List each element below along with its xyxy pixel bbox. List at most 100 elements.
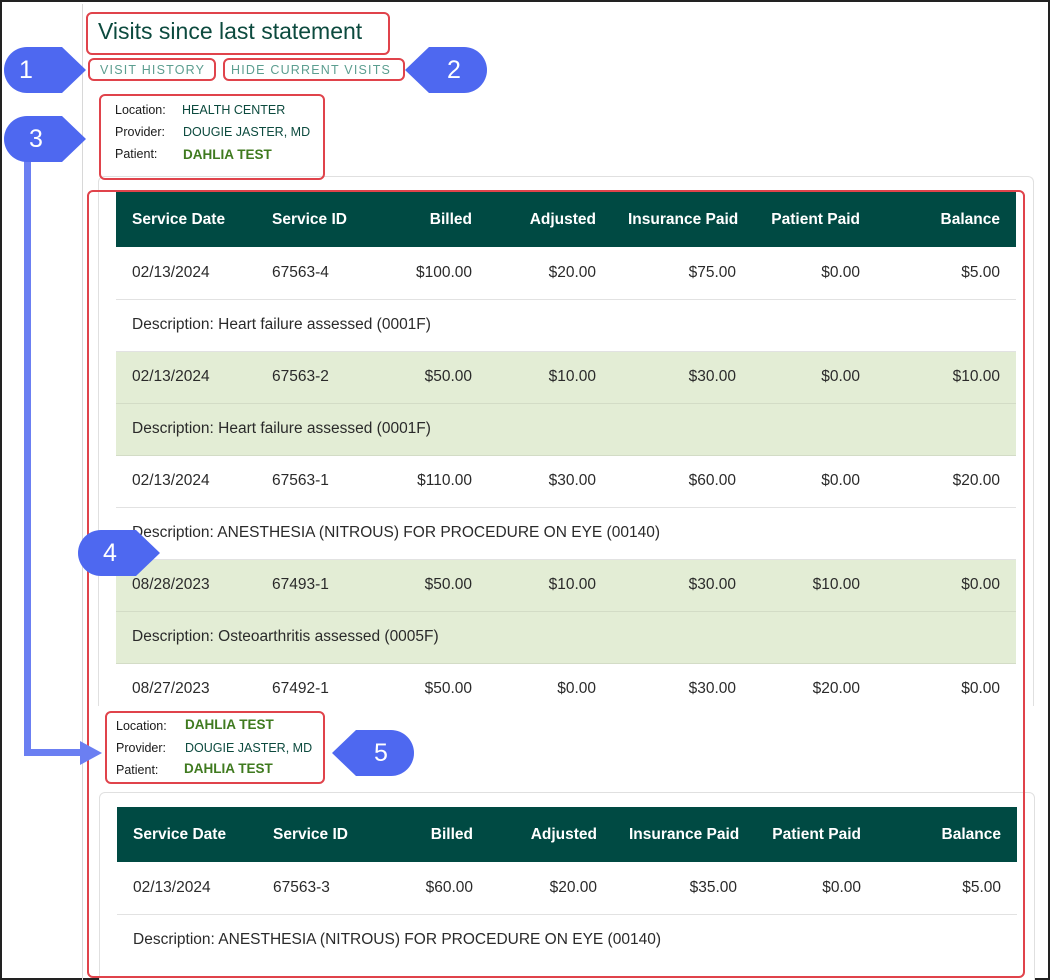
provider-value: DOUGIE JASTER, MD <box>183 125 311 139</box>
patient-value: DAHLIA TEST <box>183 147 272 162</box>
service-id-cell: 67563-3 <box>257 862 387 915</box>
insurance-paid-cell: $35.00 <box>613 862 753 915</box>
table-row: 08/27/2023 67492-1 $50.00 $0.00 $30.00 $… <box>116 663 1016 715</box>
billed-cell: $100.00 <box>386 247 488 300</box>
balance-cell: $10.00 <box>876 351 1016 404</box>
description-row: Description: Heart failure assessed (000… <box>116 403 1016 456</box>
table-row: 02/13/2024 67563-4 $100.00 $20.00 $75.00… <box>116 247 1016 300</box>
column-header-service-date: Service Date <box>117 807 257 862</box>
table-row: 02/13/2024 67563-2 $50.00 $10.00 $30.00 … <box>116 351 1016 404</box>
service-id-cell: 67563-1 <box>256 455 386 508</box>
location-label: Location: <box>115 103 166 117</box>
insurance-paid-cell: $75.00 <box>612 247 752 300</box>
billed-cell: $50.00 <box>424 680 472 698</box>
insurance-paid-cell: $60.00 <box>612 455 752 508</box>
service-date-cell: 02/13/2024 <box>116 247 256 300</box>
visits-table: Service Date Service ID Billed Adjusted … <box>116 192 1016 715</box>
column-header-adjusted: Adjusted <box>488 192 612 247</box>
column-header-billed: Billed <box>386 192 488 247</box>
provider-label: Provider: <box>116 741 167 755</box>
table-row: 02/13/2024 67563-1 $110.00 $30.00 $60.00… <box>116 455 1016 508</box>
column-header-balance: Balance <box>876 192 1016 247</box>
column-header-adjusted: Adjusted <box>489 807 613 862</box>
billed-cell: $60.00 <box>387 862 489 915</box>
billed-cell: $50.00 <box>386 559 488 612</box>
table-header-row: Service Date Service ID Billed Adjusted … <box>117 807 1017 862</box>
patient-label: Patient: <box>115 147 158 161</box>
visits-table: Service Date Service ID Billed Adjusted … <box>117 807 1017 966</box>
location-label: Location: <box>116 719 167 733</box>
provider-value: DOUGIE JASTER, MD <box>185 741 313 755</box>
patient-paid-cell: $10.00 <box>752 559 876 612</box>
insurance-paid-cell: $30.00 <box>612 559 752 612</box>
insurance-paid-cell: $30.00 <box>688 680 736 698</box>
service-id-cell: 67493-1 <box>256 559 386 612</box>
adjusted-cell: $20.00 <box>488 247 612 300</box>
column-header-service-id: Service ID <box>256 192 386 247</box>
patient-value: DAHLIA TEST <box>184 761 273 776</box>
adjusted-cell: $10.00 <box>488 559 612 612</box>
provider-label: Provider: <box>115 125 166 139</box>
callout-badge: 2 <box>405 47 487 93</box>
patient-paid-cell: $0.00 <box>753 862 877 915</box>
callout-number: 5 <box>374 739 388 767</box>
callout-number: 2 <box>447 56 461 84</box>
billed-cell: $50.00 <box>386 351 488 404</box>
description-row: Description: ANESTHESIA (NITROUS) FOR PR… <box>117 914 1017 966</box>
adjusted-cell: $30.00 <box>488 455 612 508</box>
column-header-service-date: Service Date <box>116 192 256 247</box>
service-date-cell: 02/13/2024 <box>116 455 256 508</box>
description-row: Description: ANESTHESIA (NITROUS) FOR PR… <box>116 507 1016 560</box>
table-header-row: Service Date Service ID Billed Adjusted … <box>116 192 1016 247</box>
callout-badge: 3 <box>4 116 86 162</box>
location-value: DAHLIA TEST <box>185 717 274 732</box>
description-row: Description: Osteoarthritis assessed (00… <box>116 611 1016 664</box>
location-value: HEALTH CENTER <box>182 103 286 117</box>
adjusted-cell: $0.00 <box>557 680 596 698</box>
service-date-cell: 02/13/2024 <box>116 351 256 404</box>
column-header-balance: Balance <box>877 807 1017 862</box>
balance-cell: $20.00 <box>876 455 1016 508</box>
balance-cell: $0.00 <box>876 559 1016 612</box>
column-header-patient-paid: Patient Paid <box>752 192 876 247</box>
table-row: 08/28/2023 67493-1 $50.00 $10.00 $30.00 … <box>116 559 1016 612</box>
hide-current-visits-link[interactable]: HIDE CURRENT VISITS <box>231 63 391 77</box>
service-id-cell: 67492-1 <box>272 680 329 698</box>
connector-line <box>24 150 31 756</box>
service-date-cell: 02/13/2024 <box>117 862 257 915</box>
patient-paid-cell: $0.00 <box>752 247 876 300</box>
visit-history-link[interactable]: VISIT HISTORY <box>100 63 205 77</box>
patient-paid-cell: $0.00 <box>752 455 876 508</box>
insurance-paid-cell: $30.00 <box>612 351 752 404</box>
adjusted-cell: $10.00 <box>488 351 612 404</box>
balance-cell: $0.00 <box>961 680 1000 698</box>
callout-number: 1 <box>19 56 33 84</box>
patient-label: Patient: <box>116 763 159 777</box>
description-cell: Description: Heart failure assessed (000… <box>116 403 1016 456</box>
description-cell: Description: Osteoarthritis assessed (00… <box>116 611 1016 664</box>
service-date-cell: 08/27/2023 <box>132 680 210 698</box>
billed-cell: $110.00 <box>386 455 488 508</box>
page-title: Visits since last statement <box>98 18 363 44</box>
callout-number: 4 <box>103 539 117 567</box>
description-cell: Description: ANESTHESIA (NITROUS) FOR PR… <box>116 507 1016 560</box>
column-header-insurance-paid: Insurance Paid <box>612 192 752 247</box>
service-id-cell: 67563-2 <box>256 351 386 404</box>
patient-paid-cell: $0.00 <box>752 351 876 404</box>
service-id-cell: 67563-4 <box>256 247 386 300</box>
description-row: Description: Heart failure assessed (000… <box>116 299 1016 352</box>
callout-number: 3 <box>29 125 43 153</box>
column-header-service-id: Service ID <box>257 807 387 862</box>
description-cell: Description: Heart failure assessed (000… <box>116 299 1016 352</box>
column-header-billed: Billed <box>387 807 489 862</box>
patient-paid-cell: $20.00 <box>812 680 860 698</box>
connector-line <box>24 749 88 756</box>
adjusted-cell: $20.00 <box>489 862 613 915</box>
description-cell: Description: ANESTHESIA (NITROUS) FOR PR… <box>133 931 661 949</box>
connector-arrow-icon <box>80 741 102 765</box>
callout-badge: 1 <box>4 47 86 93</box>
balance-cell: $5.00 <box>876 247 1016 300</box>
column-header-patient-paid: Patient Paid <box>753 807 877 862</box>
column-header-insurance-paid: Insurance Paid <box>613 807 753 862</box>
table-row: 02/13/2024 67563-3 $60.00 $20.00 $35.00 … <box>117 862 1017 915</box>
